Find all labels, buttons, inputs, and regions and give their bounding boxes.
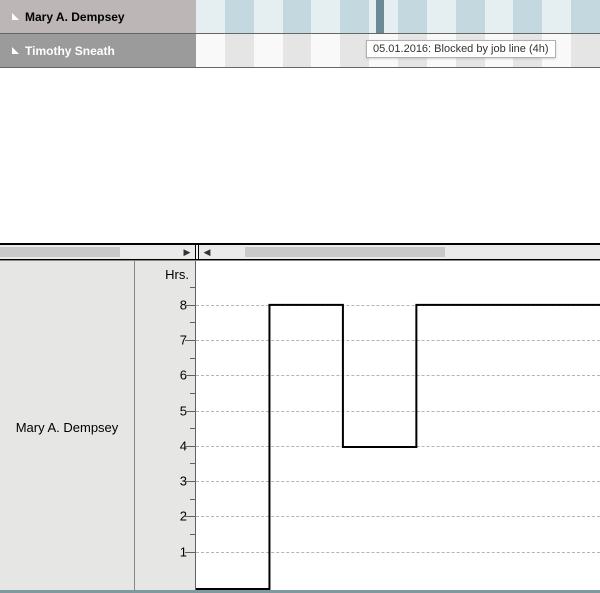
scroll-right-icon[interactable]: ▶ (179, 245, 195, 259)
expand-icon[interactable] (12, 13, 19, 20)
resource-name: Timothy Sneath (25, 44, 115, 58)
histogram-resource-label: Mary A. Dempsey (0, 261, 135, 593)
y-axis-title: Hrs. (165, 267, 189, 282)
timeline-row[interactable] (196, 0, 600, 34)
histogram-plot (196, 261, 600, 593)
scrollbar-row: ▶ ◀ (0, 244, 600, 260)
histogram-line (196, 305, 600, 589)
resource-row[interactable]: Mary A. Dempsey (0, 0, 196, 34)
histogram-panel: Mary A. Dempsey Hrs. 12345678 (0, 260, 600, 593)
timeline-tooltip: 05.01.2016: Blocked by job line (4h) (366, 40, 556, 58)
resource-row[interactable]: Timothy Sneath (0, 34, 196, 68)
expand-icon[interactable] (12, 47, 19, 54)
scrollbar-thumb[interactable] (245, 247, 445, 257)
timeline-panel[interactable]: 05.01.2016: Blocked by job line (4h) (196, 0, 600, 243)
resource-name: Mary A. Dempsey (25, 10, 125, 24)
scroll-left-icon[interactable]: ◀ (199, 245, 215, 259)
timeline-scrollbar[interactable]: ◀ (198, 245, 600, 259)
scrollbar-thumb[interactable] (0, 247, 120, 257)
scheduler-panel: Mary A. Dempsey Timothy Sneath 05.01.201… (0, 0, 600, 244)
y-axis: Hrs. 12345678 (135, 261, 196, 593)
resource-scrollbar[interactable]: ▶ (0, 245, 196, 259)
resource-list: Mary A. Dempsey Timothy Sneath (0, 0, 196, 243)
job-block-marker[interactable] (376, 0, 384, 33)
